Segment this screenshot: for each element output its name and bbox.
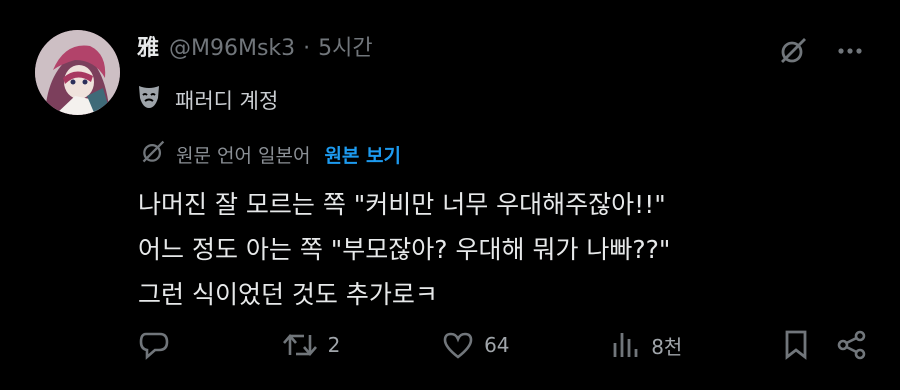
like-button[interactable]: 64 [442, 331, 510, 359]
top-actions [778, 36, 862, 66]
repost-count: 2 [327, 333, 341, 357]
views-button[interactable]: 8천 [611, 331, 682, 360]
show-original-link[interactable]: 원본 보기 [324, 142, 401, 170]
grok-icon[interactable] [778, 36, 808, 66]
mask-icon [137, 84, 161, 118]
handle[interactable]: @M96Msk3 [169, 34, 295, 64]
more-icon[interactable] [838, 47, 862, 55]
secondary-actions [784, 330, 868, 360]
action-bar: 2 64 8천 [138, 330, 868, 360]
tweet-line: 어느 정도 아는 쪽 "부모잖아? 우대해 뭐가 나빠??" [138, 235, 671, 264]
translation-notice: 원문 언어 일본어 원본 보기 [140, 139, 401, 173]
repost-button[interactable]: 2 [282, 331, 341, 359]
reply-button[interactable] [138, 330, 180, 360]
display-name[interactable]: 雅 [137, 34, 159, 64]
tweet: 雅 @M96Msk3 · 5시간 패러디 계정 원문 언어 일본어 원본 보기 … [0, 0, 900, 390]
header-separator: · [303, 36, 311, 61]
tweet-line: 그런 식이었던 것도 추가로ㅋ [138, 280, 438, 309]
avatar-image [35, 30, 120, 115]
view-count: 8천 [651, 334, 683, 359]
translation-meta: 원문 언어 일본어 [176, 145, 311, 167]
reply-icon [139, 332, 169, 360]
like-count: 64 [484, 333, 510, 357]
tweet-header: 雅 @M96Msk3 · 5시간 [137, 34, 373, 64]
translate-icon [140, 139, 166, 173]
heart-icon [443, 332, 473, 359]
tweet-line: 나머진 잘 모르는 쪽 "커비만 너무 우대해주잖아!!" [138, 190, 666, 219]
share-button[interactable] [836, 330, 868, 360]
bookmark-icon [785, 330, 807, 360]
repost-icon [282, 334, 317, 356]
avatar[interactable] [35, 30, 120, 115]
parody-account-label: 패러디 계정 [137, 84, 278, 118]
views-icon [613, 333, 638, 357]
tweet-text: 나머진 잘 모르는 쪽 "커비만 너무 우대해주잖아!!" 어느 정도 아는 쪽… [138, 182, 670, 317]
timestamp[interactable]: 5시간 [318, 34, 372, 64]
parody-label-text: 패러디 계정 [175, 89, 279, 113]
bookmark-button[interactable] [784, 330, 808, 360]
share-icon [837, 330, 866, 360]
